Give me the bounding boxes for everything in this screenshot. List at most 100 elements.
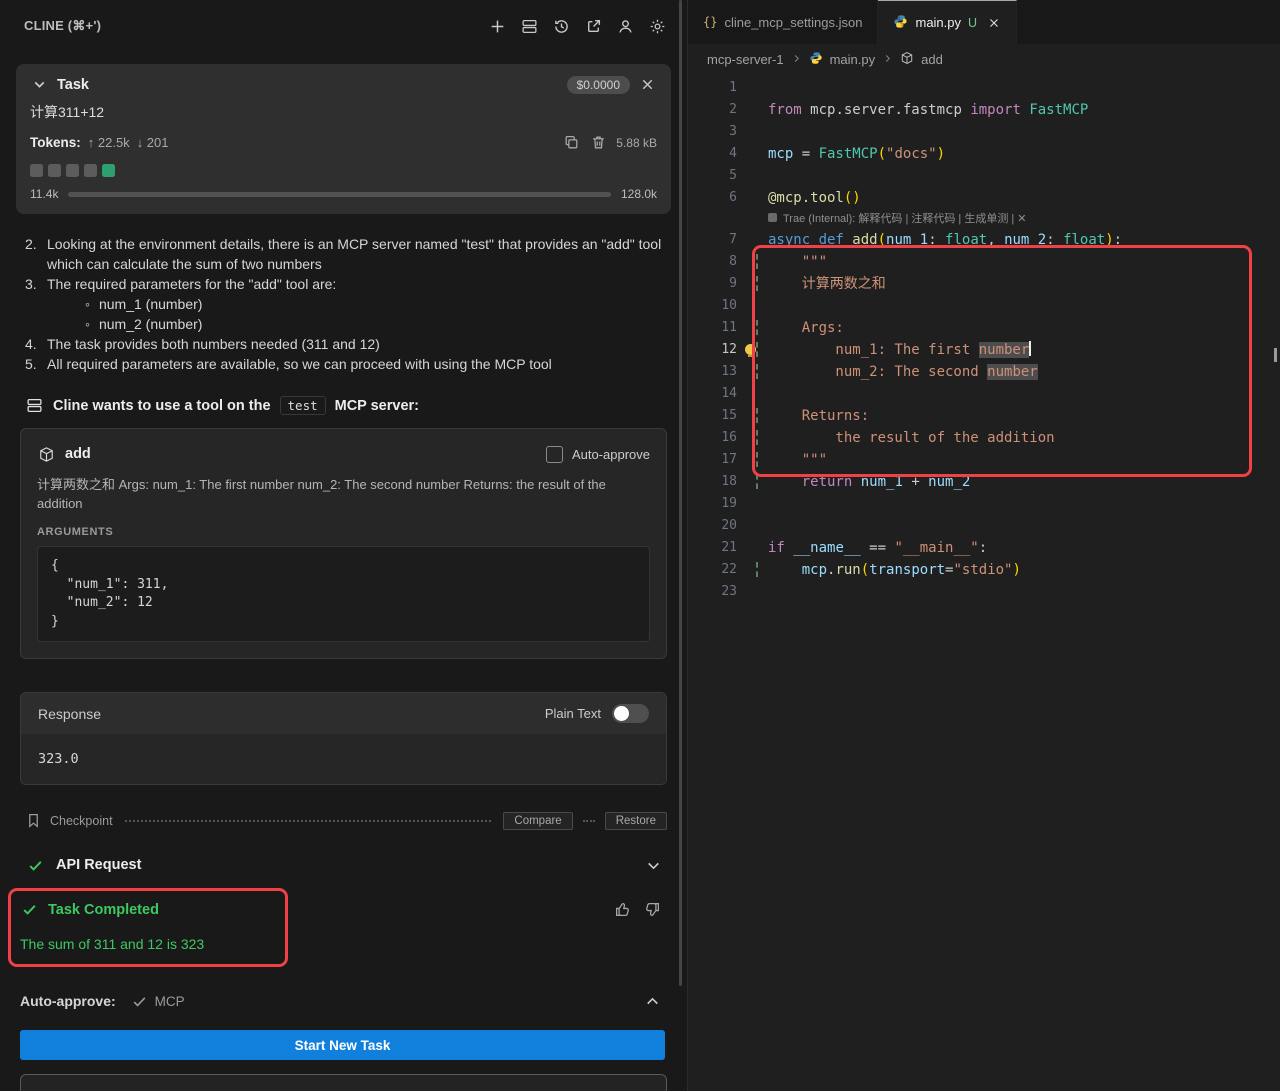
panel-toolbar [488, 17, 667, 36]
bullet-icon [85, 294, 90, 314]
open-in-editor-icon[interactable] [584, 17, 603, 36]
check-icon [20, 900, 39, 919]
line-number: 19 [688, 493, 737, 515]
code-line[interactable]: 3 [688, 121, 1280, 143]
code-line[interactable]: 9 计算两数之和 [688, 273, 1280, 295]
tool-call-card: add Auto-approve 计算两数之和 Args: num_1: The… [20, 428, 667, 659]
context-block [102, 164, 115, 177]
mcp-servers-icon[interactable] [520, 17, 539, 36]
list-item: 5. All required parameters are available… [25, 354, 665, 374]
json-icon: {} [703, 15, 717, 29]
code-line[interactable]: 4mcp = FastMCP("docs") [688, 143, 1280, 165]
task-completed-label: Task Completed [48, 902, 159, 918]
divider [125, 820, 492, 822]
chevron-down-icon[interactable] [30, 75, 49, 94]
chat-input[interactable] [20, 1074, 667, 1091]
gutter-change-indicator [737, 427, 768, 449]
gutter [737, 537, 768, 559]
code-line[interactable]: 15 Returns: [688, 405, 1280, 427]
close-task-icon[interactable] [638, 75, 657, 94]
line-number: 7 [688, 229, 737, 251]
response-label: Response [38, 706, 101, 722]
gutter [737, 165, 768, 187]
api-request-row[interactable]: API Request [26, 854, 663, 876]
account-icon[interactable] [616, 17, 635, 36]
compare-button[interactable]: Compare [503, 812, 572, 830]
list-item: 2. Looking at the environment details, t… [25, 234, 665, 274]
line-number: 18 [688, 471, 737, 493]
code-line[interactable]: 8 """ [688, 251, 1280, 273]
code-line[interactable]: 22 mcp.run(transport="stdio") [688, 559, 1280, 581]
close-tab-icon[interactable] [987, 16, 1001, 30]
cache-size: 5.88 kB [616, 136, 657, 150]
thumbs-up-icon[interactable] [614, 901, 631, 923]
code-line[interactable]: 13 num_2: The second number [688, 361, 1280, 383]
line-number: 8 [688, 251, 737, 273]
tokens-down: ↓ 201 [137, 135, 169, 150]
plain-text-toggle[interactable] [612, 704, 649, 723]
history-icon[interactable] [552, 17, 571, 36]
code-line[interactable]: 17 """ [688, 449, 1280, 471]
breadcrumb-symbol[interactable]: add [921, 52, 943, 67]
code-lens[interactable]: Trae (Internal): 解释代码 | 注释代码 | 生成单测 | ✕ [688, 209, 1280, 229]
tab-main-py[interactable]: main.py U [878, 0, 1017, 44]
code-line[interactable]: 18 return num_1 + num_2 [688, 471, 1280, 493]
tab-cline-mcp-settings[interactable]: {} cline_mcp_settings.json [688, 0, 878, 44]
code-line[interactable]: 21if __name__ == "__main__": [688, 537, 1280, 559]
trash-icon[interactable] [589, 133, 608, 152]
start-new-task-button[interactable]: Start New Task [20, 1030, 665, 1060]
code-line[interactable]: 23 [688, 581, 1280, 603]
code-line[interactable]: 6@mcp.tool() [688, 187, 1280, 209]
line-number: 5 [688, 165, 737, 187]
code-line[interactable]: 11 Args: [688, 317, 1280, 339]
tool-name: add [65, 446, 91, 462]
code-line[interactable]: 20 [688, 515, 1280, 537]
context-block [84, 164, 97, 177]
code-line[interactable]: 14 [688, 383, 1280, 405]
line-number: 9 [688, 273, 737, 295]
line-number: 2 [688, 99, 737, 121]
gutter-change-indicator [737, 317, 768, 339]
settings-icon[interactable] [648, 17, 667, 36]
code-line[interactable]: 1 [688, 77, 1280, 99]
line-number: 22 [688, 559, 737, 581]
restore-button[interactable]: Restore [605, 812, 667, 830]
code-area[interactable]: 12from mcp.server.fastmcp import FastMCP… [688, 74, 1280, 603]
check-icon [26, 856, 45, 875]
chevron-right-icon [791, 51, 802, 67]
code-line[interactable]: 5 [688, 165, 1280, 187]
line-number: 1 [688, 77, 737, 99]
chevron-down-icon[interactable] [644, 856, 663, 875]
auto-approve-row[interactable]: Auto-approve: MCP [20, 989, 662, 1013]
auto-approve-checkbox[interactable] [546, 446, 563, 463]
line-number: 14 [688, 383, 737, 405]
code-line[interactable]: 16 the result of the addition [688, 427, 1280, 449]
api-request-label: API Request [56, 857, 141, 873]
gutter [737, 121, 768, 143]
copy-icon[interactable] [562, 133, 581, 152]
code-line[interactable]: 19 [688, 493, 1280, 515]
code-line[interactable]: 10 [688, 295, 1280, 317]
breadcrumb-file[interactable]: main.py [830, 52, 876, 67]
response-card: Response Plain Text 323.0 [20, 692, 667, 785]
chevron-up-icon[interactable] [643, 992, 662, 1011]
auto-approve-label: Auto-approve [572, 447, 650, 462]
mcp-server-icon [25, 396, 44, 415]
new-task-icon[interactable] [488, 17, 507, 36]
gutter-change-indicator [737, 251, 768, 273]
panel-scrollbar[interactable] [679, 0, 682, 986]
server-name-badge: test [280, 396, 326, 415]
task-card: Task $0.0000 计算311+12 Tokens: ↑ 22.5k ↓ … [16, 64, 671, 214]
scrollbar-cursor-mark[interactable] [1274, 348, 1277, 362]
breadcrumb-folder[interactable]: mcp-server-1 [707, 52, 784, 67]
breadcrumb: mcp-server-1 main.py add [688, 44, 1280, 74]
code-line[interactable]: 12 num_1: The first number [688, 339, 1280, 361]
context-block [48, 164, 61, 177]
code-line[interactable]: 7async def add(num_1: float, num_2: floa… [688, 229, 1280, 251]
code-line[interactable]: 2from mcp.server.fastmcp import FastMCP [688, 99, 1280, 121]
thumbs-down-icon[interactable] [644, 901, 661, 923]
list-item: 4. The task provides both numbers needed… [25, 334, 665, 354]
context-total: 128.0k [621, 187, 657, 201]
context-block [66, 164, 79, 177]
lightbulb-icon[interactable] [745, 344, 756, 355]
